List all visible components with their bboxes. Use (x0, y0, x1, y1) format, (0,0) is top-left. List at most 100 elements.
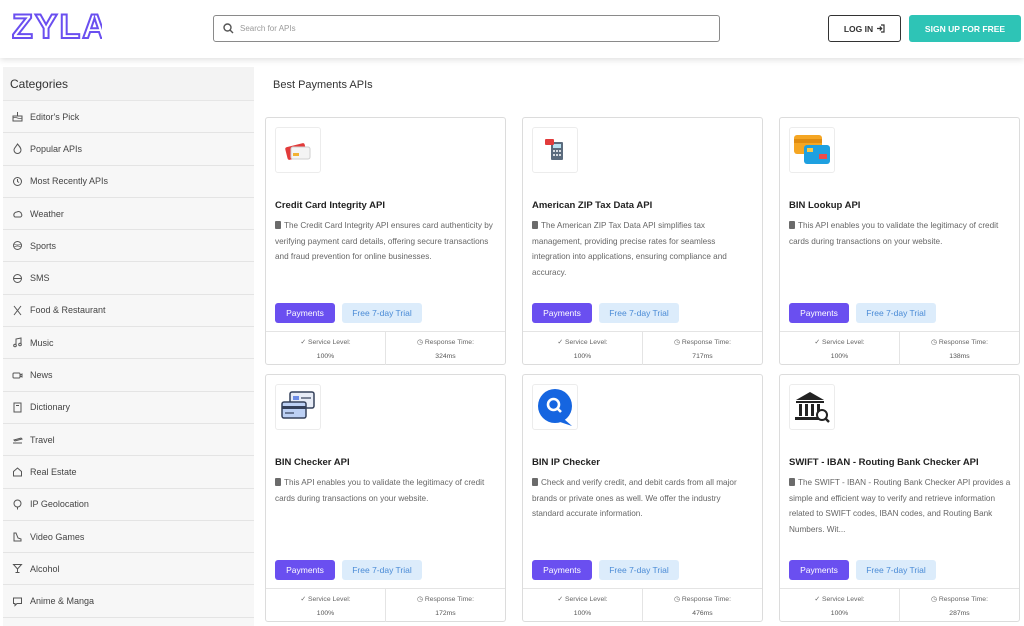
sidebar-item-dictionary[interactable]: Dictionary (3, 392, 254, 424)
sidebar-item-music[interactable]: Music (3, 327, 254, 360)
sidebar-item-label: Most Recently APIs (30, 176, 109, 187)
credit-card-icon (275, 127, 321, 173)
news-icon (12, 370, 23, 381)
api-card[interactable]: BIN Lookup API This API enables you to va… (779, 117, 1020, 365)
sidebar-item-label: Music (30, 337, 54, 348)
service-level-value: 100% (830, 353, 849, 360)
api-description-text: This API enables you to validate the leg… (789, 221, 999, 246)
sidebar-item-ip-geolocation[interactable]: IP Geolocation (3, 489, 254, 521)
house-icon (12, 466, 23, 477)
card-checker-icon (275, 384, 321, 430)
cards-icon (789, 127, 835, 173)
api-stats: ✓ Service Level: 100% ◷ Response Time: 138m… (780, 331, 1019, 365)
category-tag-payments[interactable]: Payments (789, 303, 849, 323)
api-stats: ✓ Service Level: 100% ◷ Response Time: 324m… (266, 331, 505, 365)
api-description: This API enables you to validate the leg… (789, 218, 1011, 249)
free-trial-tag[interactable]: Free 7-day Trial (342, 560, 422, 580)
api-stats: ✓ Service Level: 100% ◷ Response Time: 172m… (266, 588, 505, 622)
check-icon: ✓ (557, 596, 565, 603)
service-level-value: 100% (316, 610, 335, 617)
sidebar-item-sports[interactable]: Sports (3, 230, 254, 263)
category-tag-payments[interactable]: Payments (532, 303, 592, 323)
category-tag-payments[interactable]: Payments (789, 560, 849, 580)
sidebar-item-popular-apis[interactable]: Popular APIs (3, 133, 254, 166)
book-icon (532, 221, 538, 229)
response-time-label: ◷ Response Time: (417, 596, 474, 603)
service-level-stat: ✓ Service Level: 100% (780, 332, 899, 365)
login-button[interactable]: LOG IN (828, 15, 901, 42)
check-icon: ✓ (814, 596, 822, 603)
api-description-text: Check and verify credit, and debit cards… (532, 478, 737, 518)
book-icon (275, 478, 281, 486)
category-tag-payments[interactable]: Payments (275, 560, 335, 580)
response-time-stat: ◷ Response Time: 324ms (385, 332, 505, 365)
bank-search-icon (789, 384, 835, 430)
search-bubble-icon (532, 384, 578, 430)
zyla-logo[interactable]: ZYLA (11, 6, 108, 47)
sidebar-item-video-games[interactable]: Video Games (3, 521, 254, 554)
api-name[interactable]: SWIFT - IBAN - Routing Bank Checker API (789, 457, 979, 468)
sidebar-item-travel[interactable]: Travel (3, 424, 254, 457)
signup-button[interactable]: SIGN UP FOR FREE (909, 15, 1021, 42)
search-input[interactable] (240, 17, 710, 40)
sidebar-item-real-estate[interactable]: Real Estate (3, 456, 254, 489)
free-trial-tag[interactable]: Free 7-day Trial (599, 560, 679, 580)
service-level-stat: ✓ Service Level: 100% (523, 332, 642, 365)
response-time-value: 138ms (949, 353, 970, 360)
check-icon: ✓ (557, 339, 565, 346)
free-trial-tag[interactable]: Free 7-day Trial (856, 303, 936, 323)
api-card[interactable]: BIN IP Checker Check and verify credit, a… (522, 374, 763, 622)
sidebar-item-news[interactable]: News (3, 359, 254, 392)
sidebar-title: Categories (3, 67, 254, 101)
api-name[interactable]: Credit Card Integrity API (275, 200, 385, 211)
response-time-label: ◷ Response Time: (931, 596, 988, 603)
clock-icon: ◷ (417, 339, 425, 346)
sidebar-item-editor-s-pick[interactable]: Editor's Pick (3, 101, 254, 134)
sidebar-item-label: Editor's Pick (30, 111, 80, 122)
api-card[interactable]: SWIFT - IBAN - Routing Bank Checker API T… (779, 374, 1020, 622)
response-time-stat: ◷ Response Time: 717ms (642, 332, 762, 365)
free-trial-tag[interactable]: Free 7-day Trial (342, 303, 422, 323)
plane-icon (12, 434, 23, 445)
api-description: This API enables you to validate the leg… (275, 475, 497, 506)
api-name[interactable]: BIN Checker API (275, 457, 350, 468)
api-card[interactable]: Credit Card Integrity API The Credit Card… (265, 117, 506, 365)
check-icon: ✓ (814, 339, 822, 346)
api-card[interactable]: American ZIP Tax Data API The American ZI… (522, 117, 763, 365)
sidebar-item-food-restaurant[interactable]: Food & Restaurant (3, 295, 254, 328)
api-name[interactable]: BIN Lookup API (789, 200, 860, 211)
category-tag-payments[interactable]: Payments (275, 303, 335, 323)
cake-icon (12, 111, 23, 122)
top-header: ZYLA LOG IN SIGN UP FOR FREE (0, 0, 1024, 58)
api-description-text: The Credit Card Integrity API ensures ca… (275, 221, 493, 261)
search-bar[interactable] (213, 15, 720, 42)
sidebar-item-alcohol[interactable]: Alcohol (3, 553, 254, 586)
response-time-value: 717ms (692, 353, 713, 360)
check-icon: ✓ (300, 596, 308, 603)
api-name[interactable]: American ZIP Tax Data API (532, 200, 652, 211)
book-icon (275, 221, 281, 229)
service-level-stat: ✓ Service Level: 100% (523, 589, 642, 622)
sidebar-item-weather[interactable]: Weather (3, 198, 254, 231)
response-time-value: 172ms (435, 610, 456, 617)
free-trial-tag[interactable]: Free 7-day Trial (856, 560, 936, 580)
service-level-label: ✓ Service Level: (300, 339, 351, 346)
service-level-value: 100% (573, 353, 592, 360)
sidebar-item-most-recently-apis[interactable]: Most Recently APIs (3, 166, 254, 198)
api-card[interactable]: BIN Checker API This API enables you to v… (265, 374, 506, 622)
free-trial-tag[interactable]: Free 7-day Trial (599, 303, 679, 323)
response-time-stat: ◷ Response Time: 138ms (899, 332, 1019, 365)
sign-in-icon (877, 24, 885, 33)
api-name[interactable]: BIN IP Checker (532, 457, 600, 468)
sidebar-item-label: Dictionary (30, 402, 71, 413)
tax-calculator-icon (532, 127, 578, 173)
api-description: The SWIFT - IBAN - Routing Bank Checker … (789, 475, 1011, 537)
clock-icon: ◷ (674, 339, 682, 346)
sidebar-item-anime-manga[interactable]: Anime & Manga (3, 585, 254, 618)
sidebar-item-label: IP Geolocation (30, 499, 89, 510)
response-time-value: 287ms (949, 610, 970, 617)
sidebar-item-sms[interactable]: SMS (3, 262, 254, 295)
response-time-label: ◷ Response Time: (674, 339, 731, 346)
category-tag-payments[interactable]: Payments (532, 560, 592, 580)
service-level-label: ✓ Service Level: (814, 596, 865, 603)
